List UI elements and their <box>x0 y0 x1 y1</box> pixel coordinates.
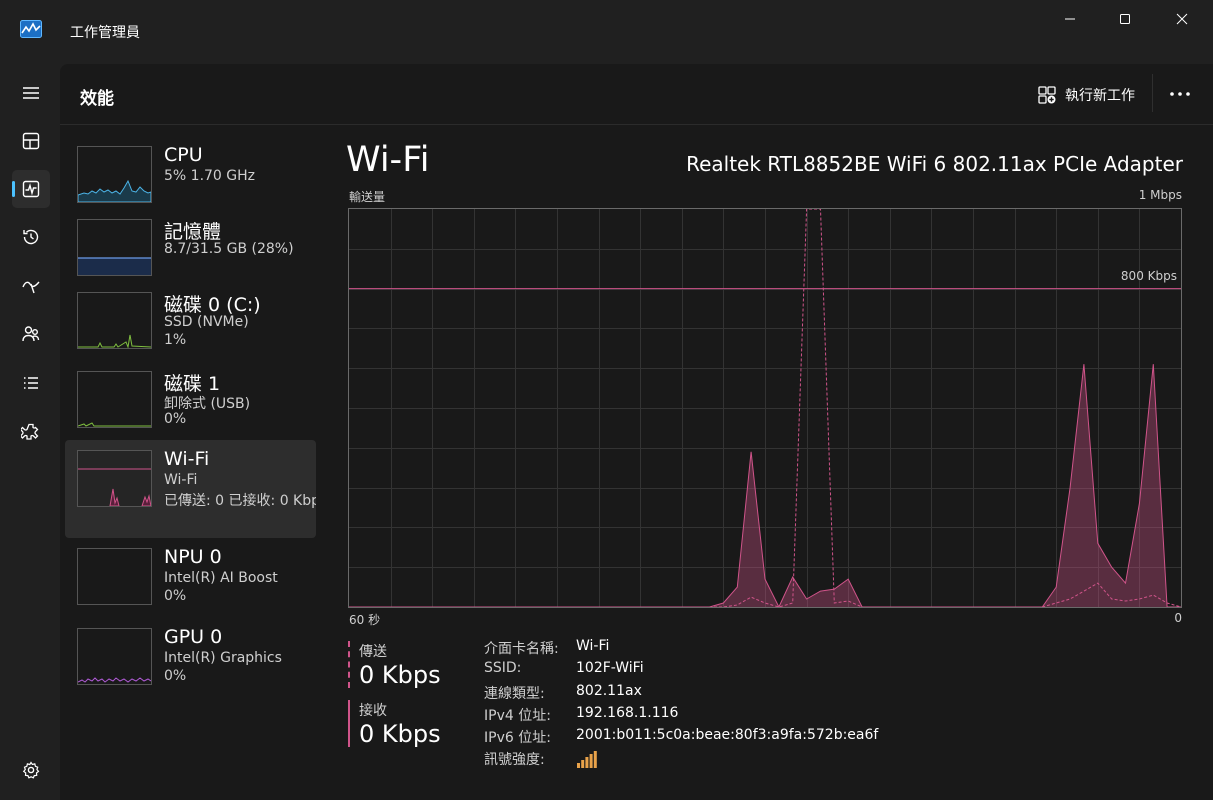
throughput-graph: 800 Kbps <box>348 208 1182 608</box>
resource-detail: 5% 1.70 GHz <box>164 168 256 184</box>
disk-0-thumbnail-graph <box>77 292 152 349</box>
send-value: 0 Kbps <box>359 661 441 689</box>
hamburger-menu-button[interactable] <box>12 74 50 112</box>
maximize-button[interactable] <box>1102 0 1148 38</box>
resource-detail: 8.7/31.5 GB (28%) <box>164 241 294 257</box>
info-value: 102F-WiFi <box>576 660 644 677</box>
resource-detail: Wi-Fi <box>164 472 198 488</box>
title-bar: 工作管理員 <box>0 0 1213 64</box>
npu-thumbnail-graph <box>77 548 152 605</box>
resource-usage: 0% <box>164 668 187 684</box>
maximize-icon <box>1120 14 1130 24</box>
resource-detail: SSD (NVMe) <box>164 314 249 330</box>
resource-detail: Intel(R) Graphics <box>164 650 282 666</box>
main-panel: 效能 執行新工作 CPU 5% 1.70 GHz 記憶體 8.7/31.5 GB… <box>60 64 1213 800</box>
receive-value: 0 Kbps <box>359 720 441 748</box>
page-title: 效能 <box>80 89 114 109</box>
task-manager-app-icon <box>20 20 42 38</box>
receive-stat: 接收 0 Kbps <box>348 700 441 748</box>
info-key: 連線類型: <box>484 685 545 702</box>
receive-label: 接收 <box>359 703 387 719</box>
info-key: 介面卡名稱: <box>484 641 559 657</box>
graph-reference-label: 800 Kbps <box>1120 269 1177 283</box>
settings-icon <box>22 761 40 779</box>
info-key: IPv4 位址: <box>484 707 551 724</box>
resource-name: 磁碟 1 <box>164 373 221 395</box>
nav-users[interactable] <box>12 315 50 353</box>
more-options-button[interactable] <box>1165 84 1195 104</box>
new-task-icon <box>1038 86 1056 104</box>
close-icon <box>1176 13 1188 25</box>
graph-ylabel: 輸送量 <box>349 190 386 204</box>
send-legend-line <box>348 641 350 688</box>
resource-name: 記憶體 <box>164 221 222 243</box>
resource-name: Wi-Fi <box>164 448 210 470</box>
cpu-thumbnail-graph <box>77 146 152 203</box>
signal-strength-icon <box>577 751 597 769</box>
more-options-icon <box>1170 92 1190 96</box>
resource-usage: 0% <box>164 411 187 427</box>
resource-gpu-0[interactable]: GPU 0 Intel(R) Graphics 0% <box>65 618 316 716</box>
resource-usage: 0% <box>164 588 187 604</box>
adapter-name: Realtek RTL8852BE WiFi 6 802.11ax PCIe A… <box>686 152 1183 176</box>
nav-details[interactable] <box>12 364 50 402</box>
send-series-line <box>349 209 1181 607</box>
app-history-icon <box>23 229 39 245</box>
resource-name: 磁碟 0 (C:) <box>164 294 261 316</box>
resource-usage: 1% <box>164 332 187 348</box>
nav-settings[interactable] <box>12 751 50 789</box>
info-key: SSID: <box>484 660 522 677</box>
info-value: 192.168.1.116 <box>576 704 679 721</box>
processes-icon <box>22 132 40 150</box>
info-key: 訊號強度: <box>484 752 545 769</box>
resource-detail: Intel(R) AI Boost <box>164 570 278 586</box>
info-key: IPv6 位址: <box>484 730 551 747</box>
nav-services[interactable] <box>12 413 50 451</box>
graph-max-label: 1 Mbps <box>1138 188 1182 202</box>
resource-name: NPU 0 <box>164 546 222 568</box>
performance-icon <box>22 180 40 198</box>
info-value: 2001:b011:5c0a:beae:80f3:a9fa:572b:ea6f <box>576 727 879 744</box>
detail-title: Wi-Fi <box>346 140 430 180</box>
run-new-task-button[interactable]: 執行新工作 <box>1037 82 1135 108</box>
minimize-button[interactable] <box>1047 0 1093 38</box>
send-label: 傳送 <box>359 644 387 660</box>
gpu-thumbnail-graph <box>77 628 152 685</box>
send-stat: 傳送 0 Kbps <box>348 641 441 689</box>
window-title: 工作管理員 <box>70 25 140 41</box>
nav-startup-apps[interactable] <box>12 267 50 305</box>
services-icon <box>21 423 39 440</box>
hamburger-menu-icon <box>23 87 39 99</box>
memory-thumbnail-graph <box>77 219 152 276</box>
nav-performance[interactable] <box>12 170 50 208</box>
signal-strength-value <box>576 749 598 773</box>
info-value: Wi-Fi <box>576 638 610 654</box>
resource-name: GPU 0 <box>164 626 223 648</box>
startup-apps-icon <box>22 281 40 294</box>
resource-name: CPU <box>164 144 203 166</box>
disk-1-thumbnail-graph <box>77 371 152 428</box>
receive-series-area <box>349 364 1181 607</box>
close-button[interactable] <box>1159 0 1205 38</box>
receive-legend-line <box>348 700 350 747</box>
resource-wifi[interactable]: Wi-Fi Wi-Fi 已傳送: 0 已接收: 0 Kbps <box>65 440 316 538</box>
users-icon <box>22 326 40 342</box>
wifi-thumbnail-graph <box>77 450 152 507</box>
run-new-task-label: 執行新工作 <box>1065 88 1135 104</box>
info-value: 802.11ax <box>576 682 642 699</box>
throughput-chart <box>349 209 1181 607</box>
graph-x-left-label: 60 秒 <box>349 613 381 627</box>
page-header: 效能 執行新工作 <box>60 64 1213 125</box>
receive-series-line <box>349 364 1181 607</box>
resource-detail: 卸除式 (USB) <box>164 396 251 412</box>
details-icon <box>24 377 38 389</box>
header-divider <box>1152 74 1153 112</box>
graph-x-right-label: 0 <box>1174 611 1182 625</box>
nav-app-history[interactable] <box>12 218 50 256</box>
minimize-icon <box>1065 18 1075 20</box>
resource-usage: 已傳送: 0 已接收: 0 Kbps <box>164 493 316 509</box>
nav-processes[interactable] <box>12 122 50 160</box>
